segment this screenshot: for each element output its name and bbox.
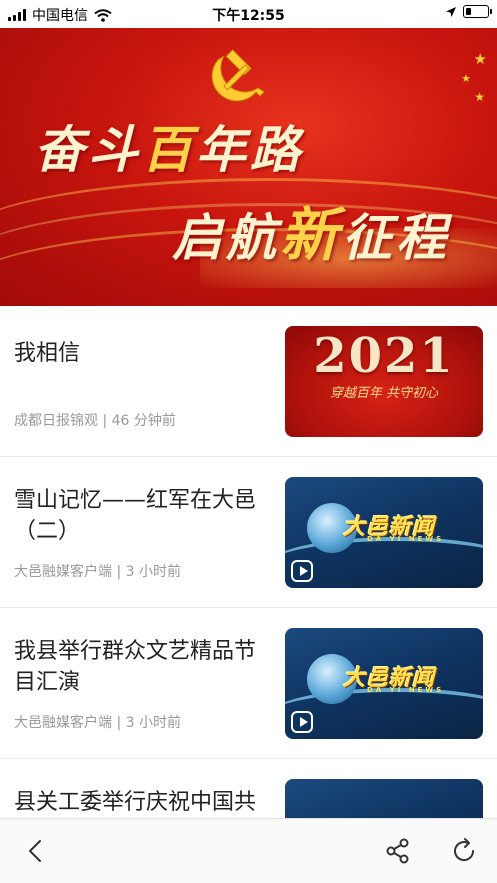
status-time: 下午12:55 xyxy=(212,8,285,24)
news-thumbnail[interactable]: 大邑新闻 DA YI NEWS xyxy=(285,477,483,588)
bottom-toolbar xyxy=(0,818,497,883)
status-bar: 中国电信 下午12:55 xyxy=(0,0,497,28)
news-title[interactable]: 我县举行群众文艺精品节目汇演 xyxy=(14,636,272,698)
status-right xyxy=(445,5,492,18)
slogan-part: 征程 xyxy=(342,208,451,267)
slogan-highlight: 百 xyxy=(142,120,196,179)
battery-icon xyxy=(463,5,492,18)
thumb-year: 2021 xyxy=(313,328,455,384)
hero-banner: ★ ★ ★ 奋斗百年路 启航新征程 xyxy=(0,28,497,306)
banner-slogan-line2: 启航新征程 xyxy=(172,188,450,272)
news-item[interactable]: 雪山记忆——红军在大邑（二） 大邑融媒客户端 | 3 小时前 大邑新闻 DA Y… xyxy=(0,457,497,608)
thumb-pinyin: DA YI NEWS xyxy=(367,686,445,694)
news-item[interactable]: 我相信 成都日报锦观 | 46 分钟前 2021 穿越百年 共守初心 xyxy=(0,306,497,457)
location-arrow-icon xyxy=(446,6,456,17)
news-meta: 大邑融媒客户端 | 3 小时前 xyxy=(14,715,181,731)
news-meta: 大邑融媒客户端 | 3 小时前 xyxy=(14,564,181,580)
party-emblem-icon xyxy=(211,49,265,102)
star-icon: ★ xyxy=(461,72,471,85)
slogan-part: 年路 xyxy=(196,120,304,179)
slogan-part: 启航 xyxy=(172,208,280,267)
back-arrow-icon[interactable] xyxy=(22,837,50,865)
star-icon: ★ xyxy=(474,90,485,104)
play-icon[interactable] xyxy=(291,711,313,733)
star-icon: ★ xyxy=(473,50,487,68)
news-title[interactable]: 县关工委举行庆祝中国共 xyxy=(14,787,272,818)
news-title[interactable]: 我相信 xyxy=(14,338,272,369)
slogan-highlight: 新 xyxy=(280,201,343,269)
news-list: 我相信 成都日报锦观 | 46 分钟前 2021 穿越百年 共守初心 雪山记忆—… xyxy=(0,306,497,883)
refresh-icon[interactable] xyxy=(450,837,478,865)
news-thumbnail[interactable]: 大邑新闻 DA YI NEWS xyxy=(285,628,483,739)
play-icon[interactable] xyxy=(291,560,313,582)
share-icon[interactable] xyxy=(384,837,412,865)
banner-slogan-line1: 奋斗百年路 xyxy=(34,110,304,182)
news-thumbnail[interactable]: 2021 穿越百年 共守初心 xyxy=(285,326,483,437)
news-meta: 成都日报锦观 | 46 分钟前 xyxy=(14,413,176,429)
thumb-slogan: 穿越百年 共守初心 xyxy=(329,386,439,401)
thumb-pinyin: DA YI NEWS xyxy=(367,535,445,543)
news-item[interactable]: 我县举行群众文艺精品节目汇演 大邑融媒客户端 | 3 小时前 大邑新闻 DA Y… xyxy=(0,608,497,759)
slogan-part: 奋斗 xyxy=(34,120,142,179)
news-title[interactable]: 雪山记忆——红军在大邑（二） xyxy=(14,485,272,547)
